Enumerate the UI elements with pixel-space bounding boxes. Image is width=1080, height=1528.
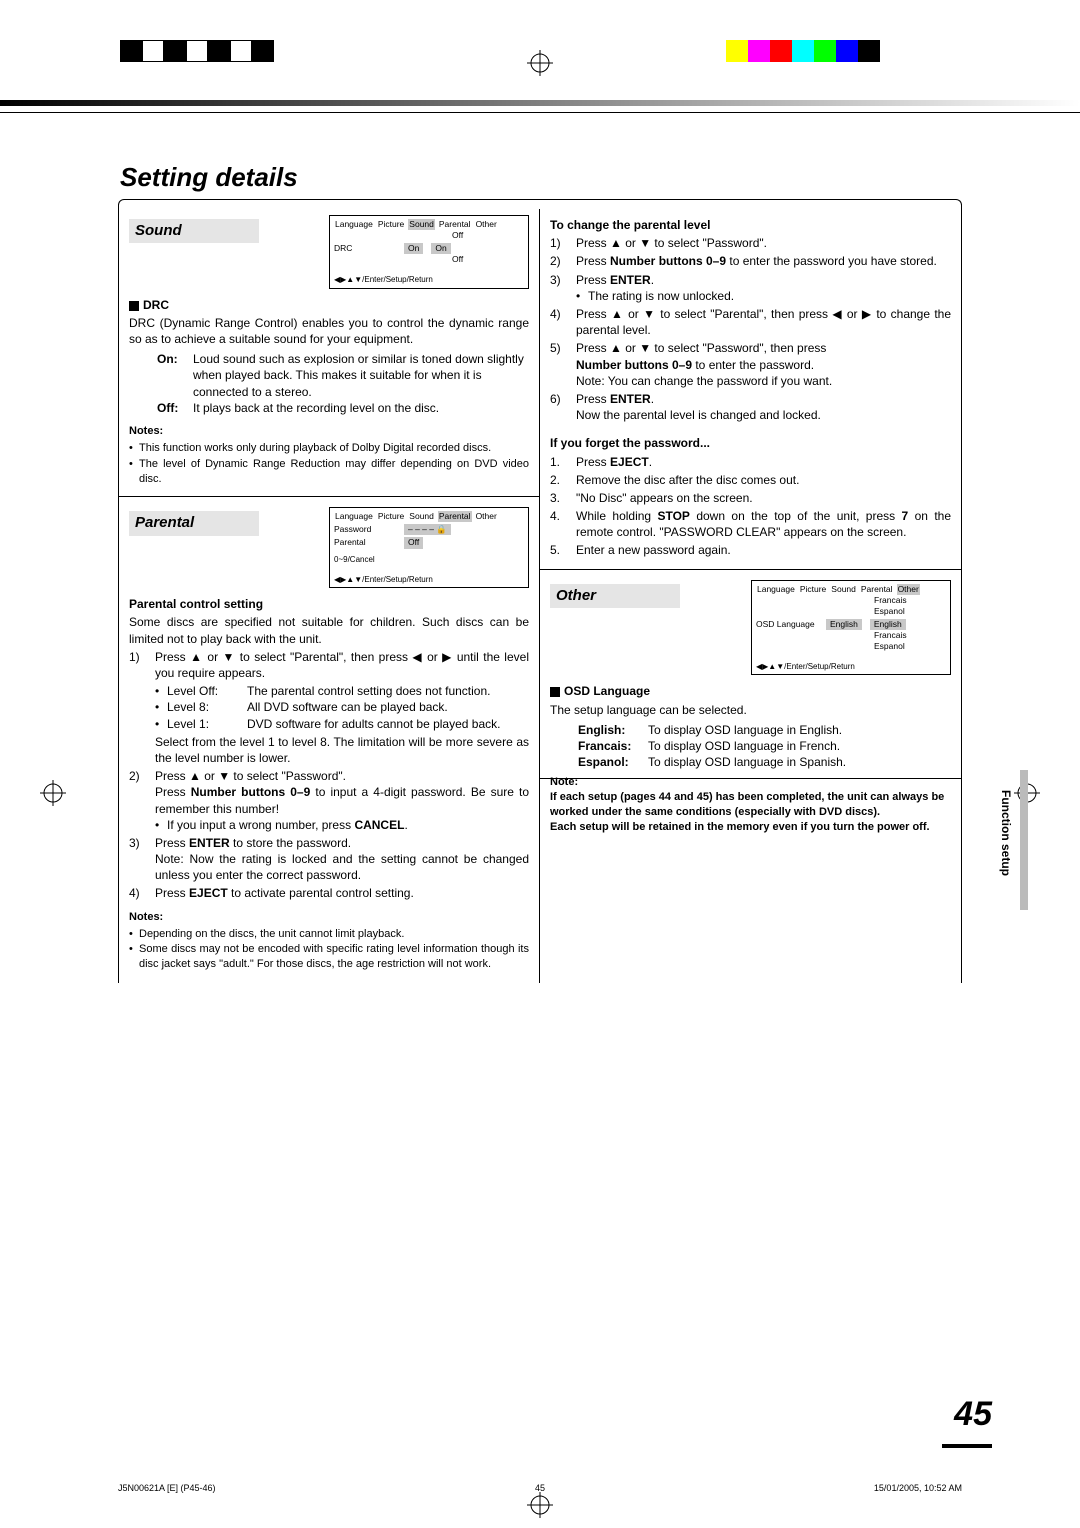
section-divider (540, 569, 961, 570)
gray-gradient-bar (0, 100, 1080, 106)
other-osd-footer: ◀▶▲▼/Enter/Setup/Return (756, 662, 946, 672)
change-level-heading: To change the parental level (550, 217, 951, 233)
osd-language-options: English:To display OSD language in Engli… (578, 722, 951, 771)
page-number-rule (942, 1444, 992, 1448)
parental-intro: Some discs are specified not suitable fo… (129, 614, 529, 646)
crosshair-top-icon (527, 50, 553, 76)
registration-bw-bar (120, 40, 274, 62)
footer-mid: 45 (535, 1482, 545, 1494)
sound-osd-footer: ◀▶▲▼/Enter/Setup/Return (334, 275, 524, 285)
section-side-label: Function setup (998, 790, 1014, 876)
sound-osd-preview: LanguagePictureSoundParentalOther OffDRC… (329, 215, 529, 289)
registration-color-bar (704, 40, 880, 62)
square-bullet-icon (129, 301, 139, 311)
crosshair-left-icon (40, 780, 66, 806)
parental-steps: 1) Press ▲ or ▼ to select "Parental", th… (129, 649, 529, 902)
drc-subheading: DRC (129, 297, 529, 313)
parental-osd-preview: LanguagePictureSoundParentalOther Passwo… (329, 507, 529, 588)
hairline-rule (0, 112, 1080, 113)
sound-notes-heading: Notes: (129, 424, 529, 439)
parental-osd-rows: Password– – – – 🔒ParentalOff (334, 524, 524, 548)
osd-language-heading: OSD Language (550, 683, 951, 699)
section-divider (119, 496, 539, 497)
footer-left: J5N00621A [E] (P45-46) (118, 1482, 216, 1494)
other-osd-preview: LanguagePictureSoundParentalOther Franca… (751, 580, 951, 676)
page-number: 45 (954, 1392, 992, 1438)
parental-notes-heading: Notes: (129, 910, 529, 925)
page-title: Setting details (118, 160, 962, 195)
other-osd-rows: FrancaisEspanolOSD LanguageEnglishEnglis… (756, 595, 946, 652)
end-note: Note: If each setup (pages 44 and 45) ha… (550, 775, 951, 834)
parental-notes-list: Depending on the discs, the unit cannot … (129, 927, 529, 973)
parental-osd-tabs: LanguagePictureSoundParentalOther (334, 511, 524, 522)
drc-description: DRC (Dynamic Range Control) enables you … (129, 315, 529, 347)
footer-right: 15/01/2005, 10:52 AM (874, 1482, 962, 1494)
square-bullet-icon (550, 687, 560, 697)
forget-password-heading: If you forget the password... (550, 435, 951, 451)
forget-password-steps: 1.Press EJECT. 2.Remove the disc after t… (550, 454, 951, 559)
title-frame-top (118, 199, 962, 209)
drc-options: On:Loud sound such as explosion or simil… (157, 351, 529, 416)
crosshair-bottom-icon (527, 1492, 553, 1518)
parental-heading: Parental (129, 511, 259, 535)
sound-notes-list: This function works only during playback… (129, 441, 529, 487)
sound-osd-rows: OffDRCOnOnOff (334, 230, 524, 265)
osd-language-desc: The setup language can be selected. (550, 702, 951, 718)
other-osd-tabs: LanguagePictureSoundParentalOther (756, 584, 946, 595)
other-heading: Other (550, 584, 680, 608)
parental-setting-heading: Parental control setting (129, 596, 529, 612)
side-tab-marker (1020, 770, 1028, 910)
print-footer: J5N00621A [E] (P45-46) 45 15/01/2005, 10… (118, 1482, 962, 1494)
sound-heading: Sound (129, 219, 259, 243)
parental-osd-footer: ◀▶▲▼/Enter/Setup/Return (334, 575, 524, 585)
sound-osd-tabs: LanguagePictureSoundParentalOther (334, 219, 524, 230)
change-level-steps: 1)Press ▲ or ▼ to select "Password". 2)P… (550, 235, 951, 423)
